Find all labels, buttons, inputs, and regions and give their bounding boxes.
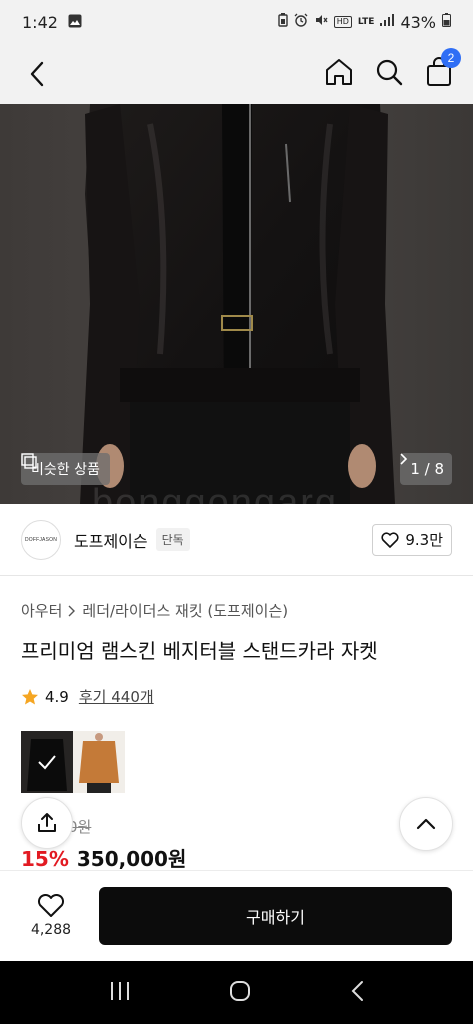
exclusive-badge: 단독 xyxy=(155,528,190,551)
home-button[interactable] xyxy=(323,54,355,90)
image-watermark: bonggongarg xyxy=(92,482,338,504)
brand-logo[interactable]: DOFFJASON xyxy=(21,519,61,560)
similar-items-icon xyxy=(21,453,37,469)
top-navigation-bar: 2 xyxy=(0,44,473,104)
battery-percentage: 43% xyxy=(400,12,436,32)
breadcrumb-root[interactable]: 아우터 xyxy=(21,600,62,621)
lte-icon: LTE xyxy=(357,17,375,27)
heart-icon xyxy=(381,531,399,548)
alarm-icon xyxy=(294,13,308,31)
similar-products-button[interactable]: 비슷한 상품 xyxy=(21,453,110,485)
signal-icon xyxy=(380,14,395,30)
purchase-bar: 4,288 구매하기 xyxy=(0,870,473,961)
cart-button[interactable]: 2 xyxy=(423,48,461,90)
checkmark-icon xyxy=(38,755,56,770)
system-navigation-bar xyxy=(0,961,473,1024)
home-icon xyxy=(326,59,352,85)
cart-count-badge: 2 xyxy=(441,48,461,68)
breadcrumb-category[interactable]: 레더/라이더스 재킷 (도프제이슨) xyxy=(82,600,288,621)
status-bar: 1:42 HD LTE 43% xyxy=(0,0,473,44)
color-option-black[interactable] xyxy=(21,731,73,793)
share-icon xyxy=(38,813,56,832)
brand-like-button[interactable]: 9.3만 xyxy=(372,523,452,556)
product-photo xyxy=(0,104,473,504)
brand-row: DOFFJASON 도프제이슨 단독 9.3만 xyxy=(0,504,473,576)
wishlist-button[interactable]: 4,288 xyxy=(21,894,81,938)
camel-jacket-thumbnail xyxy=(73,731,125,793)
review-count-link[interactable]: 후기 440개 xyxy=(79,686,154,707)
rating-score: 4.9 xyxy=(45,687,69,706)
chevron-left-icon xyxy=(30,61,44,87)
breadcrumb: 아우터 레더/라이더스 재킷 (도프제이슨) xyxy=(21,600,288,621)
gallery-notification-icon xyxy=(68,13,82,32)
brand-logo-text: DOFFJASON xyxy=(24,536,58,543)
battery-icon xyxy=(442,13,451,31)
color-options xyxy=(21,731,125,793)
brand-like-count: 9.3만 xyxy=(405,531,443,549)
color-option-camel[interactable] xyxy=(73,731,125,793)
chevron-up-icon xyxy=(416,818,436,830)
discount-rate: 15% xyxy=(21,847,69,871)
buy-button[interactable]: 구매하기 xyxy=(99,887,452,945)
mute-icon xyxy=(314,13,328,31)
product-title: 프리미엄 램스킨 베지터블 스탠드카라 자켓 xyxy=(21,639,378,663)
back-button[interactable] xyxy=(22,56,52,92)
product-image-carousel[interactable]: bonggongarg 비슷한 상품 1 / 8 xyxy=(0,104,473,504)
home-system-button[interactable] xyxy=(229,980,251,1006)
back-chevron-icon xyxy=(351,980,363,1001)
rating-row: 4.9 후기 440개 xyxy=(21,686,154,707)
recent-apps-icon xyxy=(111,981,130,1000)
home-circle-icon xyxy=(230,980,251,1001)
recent-apps-button[interactable] xyxy=(109,981,131,1005)
heart-icon xyxy=(37,894,65,917)
hd-voice-icon: HD xyxy=(333,16,352,28)
brand-name[interactable]: 도프제이슨 xyxy=(74,528,148,552)
star-icon xyxy=(22,688,38,704)
image-pager[interactable]: 1 / 8 xyxy=(400,453,452,485)
chevron-right-icon xyxy=(400,453,408,465)
sale-price: 350,000원 xyxy=(76,847,187,871)
system-back-button[interactable] xyxy=(350,980,364,1006)
scroll-to-top-button[interactable] xyxy=(399,797,453,851)
share-button[interactable] xyxy=(21,797,73,849)
chevron-right-icon xyxy=(68,605,76,616)
similar-products-label: 비슷한 상품 xyxy=(31,462,100,478)
search-button[interactable] xyxy=(373,54,405,90)
wishlist-count: 4,288 xyxy=(30,922,72,938)
battery-saver-icon xyxy=(278,13,288,31)
search-icon xyxy=(376,59,403,86)
image-pager-text: 1 / 8 xyxy=(410,460,444,478)
status-time: 1:42 xyxy=(22,12,58,32)
